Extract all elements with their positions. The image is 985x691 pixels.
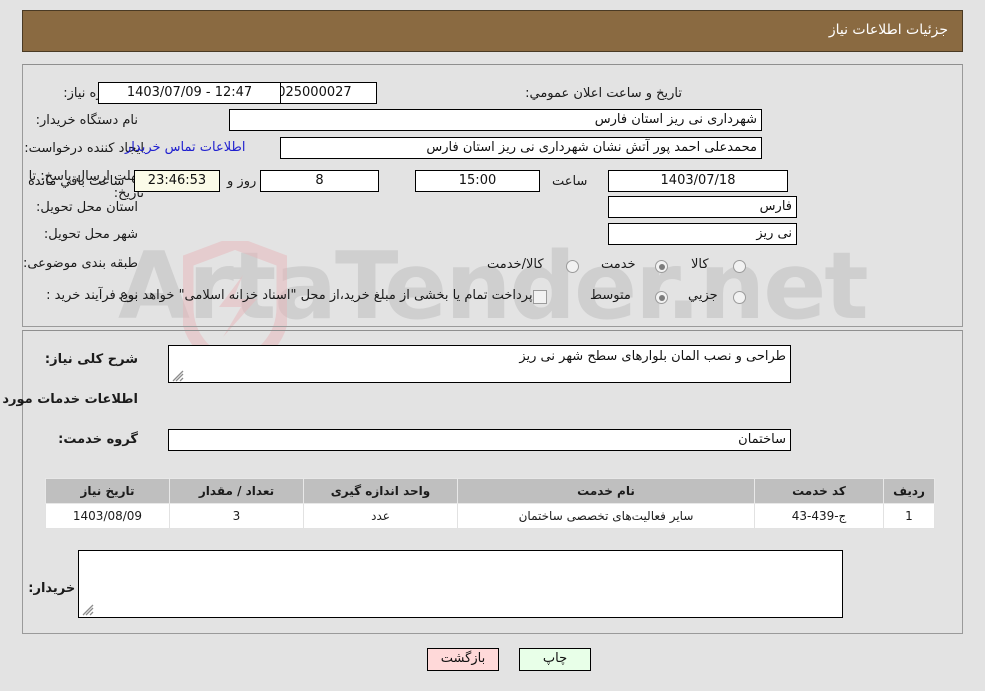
td-code: ج-439-43 [754, 503, 884, 529]
city-label: شهر محل تحویل: [43, 227, 138, 242]
radio-label-jozei: جزیي [688, 288, 718, 303]
th-name: نام خدمت [457, 478, 755, 504]
city-value: نی ریز [608, 223, 797, 245]
td-date: 1403/08/09 [45, 503, 170, 529]
service-group-label: گروه خدمت: [58, 432, 138, 447]
print-button[interactable]: چاپ [519, 648, 591, 671]
treasury-note-text: پرداخت تمام یا بخشی از مبلغ خرید،از محل … [118, 288, 533, 303]
province-label: استان محل تحویل: [36, 200, 138, 215]
treasury-checkbox[interactable] [533, 290, 547, 304]
countdown-value: 23:46:53 [134, 170, 220, 192]
th-unit: واحد اندازه گیری [303, 478, 458, 504]
services-table: ردیف کد خدمت نام خدمت واحد اندازه گیری ت… [45, 478, 935, 529]
radio-process-jozei[interactable] [733, 291, 746, 304]
td-qty: 3 [169, 503, 304, 529]
category-label: طبقه بندی موضوعی: [22, 256, 138, 271]
th-date: تاریخ نیاز [45, 478, 170, 504]
td-radif: 1 [883, 503, 935, 529]
radio-label-kala: کالا [691, 257, 709, 272]
td-unit: عدد [303, 503, 458, 529]
service-group-value: ساختمان [168, 429, 791, 451]
deadline-days-value: 8 [260, 170, 379, 192]
description-label: شرح کلی نیاز: [44, 352, 138, 367]
page-title: جزئیات اطلاعات نیاز [828, 22, 948, 38]
buyer-notes-textarea[interactable] [78, 550, 843, 618]
radio-label-kala-khedmat: کالا/خدمت [487, 257, 544, 272]
deadline-time-value: 15:00 [415, 170, 540, 192]
buyer-contact-link[interactable]: اطلاعات تماس خریدار [125, 140, 245, 155]
td-name: سایر فعالیت‌های تخصصی ساختمان [457, 503, 755, 529]
buyer-org-label: نام دستگاه خریدار: [35, 113, 138, 128]
th-radif: ردیف [883, 478, 935, 504]
radio-category-kala-khedmat[interactable] [566, 260, 579, 273]
page-header-bar: جزئیات اطلاعات نیاز [22, 10, 963, 52]
th-code: کد خدمت [754, 478, 884, 504]
creator-value: محمدعلی احمد پور آتش نشان شهرداری نی ریز… [280, 137, 762, 159]
description-textarea[interactable]: طراحی و نصب المان بلوارهای سطح شهر نی ری… [168, 345, 791, 383]
radio-label-khedmat: خدمت [601, 257, 636, 272]
table-row: 1 ج-439-43 سایر فعالیت‌های تخصصی ساختمان… [45, 503, 935, 529]
deadline-date-value: 1403/07/18 [608, 170, 788, 192]
radio-label-motavaset: متوسط [590, 288, 631, 303]
radio-category-kala[interactable] [733, 260, 746, 273]
th-qty: تعداد / مقدار [169, 478, 304, 504]
deadline-days-suffix: روز و [227, 174, 257, 189]
radio-process-motavaset[interactable] [655, 291, 668, 304]
table-header-row: ردیف کد خدمت نام خدمت واحد اندازه گیری ت… [45, 478, 935, 504]
province-value: فارس [608, 196, 797, 218]
announce-datetime-label: تاریخ و ساعت اعلان عمومي: [525, 86, 682, 101]
services-heading: اطلاعات خدمات مورد نیاز [0, 392, 138, 407]
back-button[interactable]: بازگشت [427, 648, 499, 671]
deadline-time-label: ساعت [552, 174, 588, 189]
buyer-org-value: شهرداری نی ریز استان فارس [229, 109, 762, 131]
announce-datetime-value: 12:47 - 1403/07/09 [98, 82, 281, 104]
radio-category-khedmat[interactable] [655, 260, 668, 273]
countdown-suffix: ساعت باقي مانده [28, 174, 125, 189]
